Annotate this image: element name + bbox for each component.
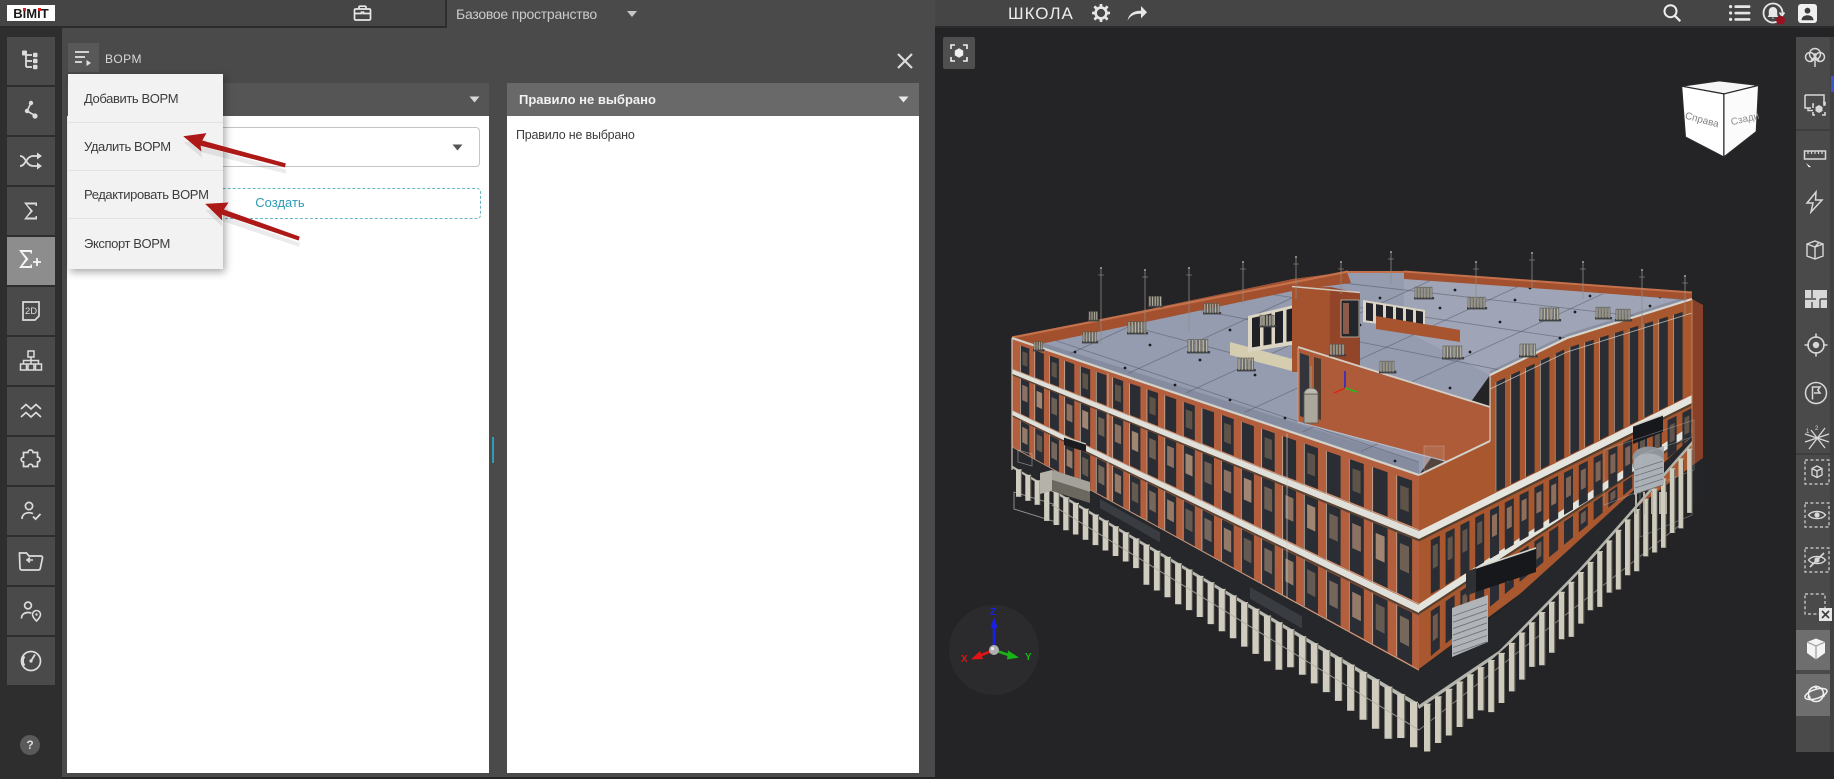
svg-text:X: X bbox=[961, 654, 968, 665]
svg-text:1: 1 bbox=[1806, 429, 1810, 435]
svg-text:Z: Z bbox=[990, 607, 996, 618]
svg-text:Y: Y bbox=[1025, 652, 1032, 663]
svg-text:2: 2 bbox=[1815, 426, 1819, 432]
